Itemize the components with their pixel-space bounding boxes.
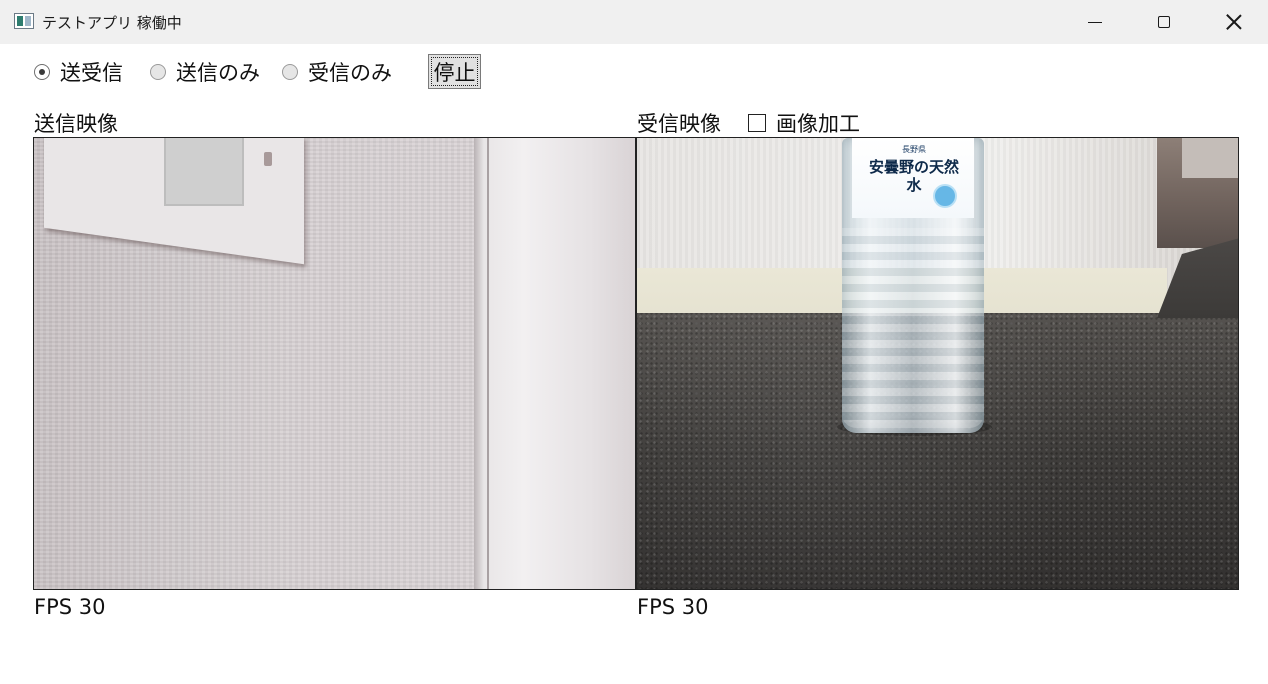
radio-label: 送受信	[60, 61, 123, 85]
radio-send-only[interactable]: 送信のみ	[150, 57, 260, 87]
radio-indicator-checked	[34, 64, 50, 80]
radio-send-receive[interactable]: 送受信	[34, 57, 123, 87]
receive-video-view: 長野県 安曇野の天然水	[636, 137, 1239, 590]
radio-label: 送信のみ	[176, 61, 260, 85]
receive-fps-text: FPS 30	[637, 595, 709, 619]
receive-video-label: 受信映像	[637, 112, 721, 136]
radio-indicator	[282, 64, 298, 80]
focus-rectangle	[431, 57, 478, 86]
bottle-label-small: 長野県	[902, 145, 926, 154]
minimize-icon	[1088, 21, 1102, 23]
close-button[interactable]	[1199, 0, 1268, 44]
image-process-checkbox[interactable]: 画像加工	[748, 110, 860, 136]
radio-receive-only[interactable]: 受信のみ	[282, 57, 392, 87]
stop-button[interactable]: 停止	[428, 54, 481, 89]
checkbox-label: 画像加工	[776, 112, 860, 136]
app-icon	[14, 13, 34, 29]
send-fps-text: FPS 30	[34, 595, 106, 619]
radio-indicator	[150, 64, 166, 80]
checkbox-box	[748, 114, 766, 132]
radio-label: 受信のみ	[308, 61, 392, 85]
close-icon	[1226, 14, 1242, 30]
send-video-label: 送信映像	[34, 112, 118, 136]
minimize-button[interactable]	[1060, 0, 1130, 44]
maximize-icon	[1158, 16, 1170, 28]
title-bar: テストアプリ 稼働中	[0, 0, 1268, 44]
maximize-button[interactable]	[1129, 0, 1199, 44]
window-title: テストアプリ 稼働中	[42, 14, 182, 32]
send-video-view	[33, 137, 636, 590]
